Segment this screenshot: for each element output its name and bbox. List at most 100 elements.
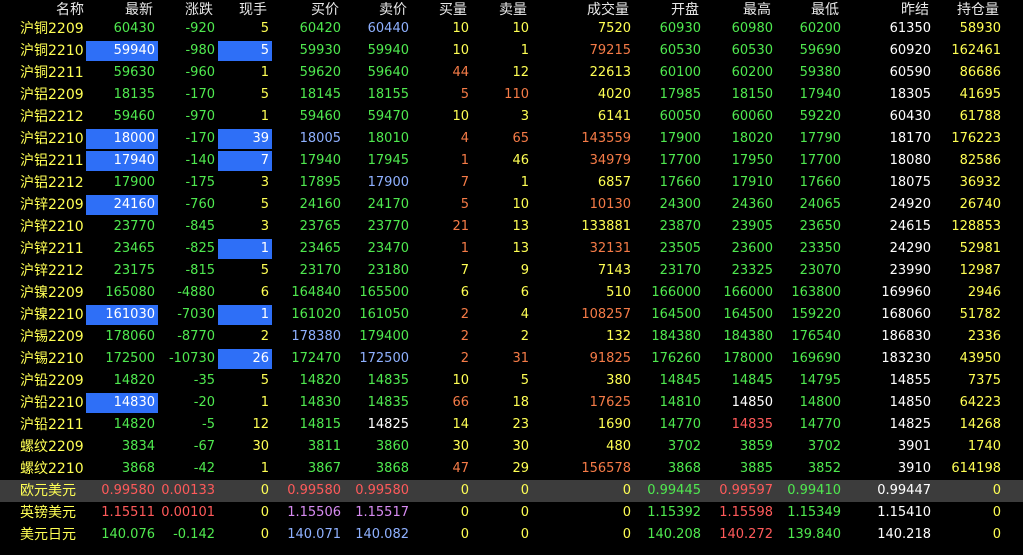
cell-ask: 59640 bbox=[367, 65, 409, 80]
column-header-last[interactable]: 最新 bbox=[86, 0, 156, 20]
table-row[interactable]: 沪铅2209 14820 -35 5 14820 14835 10 5 380 14845 1484… bbox=[0, 370, 1023, 392]
cell-ask: 14835 bbox=[367, 373, 409, 388]
cell-open: 60530 bbox=[659, 43, 701, 58]
column-header-prev-settle[interactable]: 昨结 bbox=[844, 0, 932, 20]
cell-change: -42 bbox=[193, 461, 215, 476]
column-header-name[interactable]: 名称 bbox=[0, 0, 84, 20]
column-header-open-interest[interactable]: 持仓量 bbox=[934, 0, 1002, 20]
table-row[interactable]: 沪锌2209 24160 -760 5 24160 24170 5 10 10130 24300 2… bbox=[0, 194, 1023, 216]
cell-current-volume: 5 bbox=[260, 197, 269, 212]
table-row[interactable]: 美元日元 140.076 -0.142 0 140.071 140.082 0 0 0 140.2… bbox=[0, 524, 1023, 546]
table-row[interactable]: 沪铝2210 18000 -170 39 18005 18010 4 65 143559 1790… bbox=[0, 128, 1023, 150]
table-row[interactable]: 沪铅2211 14820 -5 12 14815 14825 14 23 1690 14770 14… bbox=[0, 414, 1023, 436]
table-row[interactable]: 螺纹2210 3868 -42 1 3867 3868 47 29 156578 3868 3885… bbox=[0, 458, 1023, 480]
cell-change: -815 bbox=[185, 263, 215, 278]
cell-volume: 22613 bbox=[589, 65, 631, 80]
cell-open: 17700 bbox=[659, 153, 701, 168]
cell-current-volume: 5 bbox=[260, 21, 269, 36]
cell-low: 59380 bbox=[799, 65, 841, 80]
table-row[interactable]: 沪锡2210 172500 -10730 26 172470 172500 2 31 91825… bbox=[0, 348, 1023, 370]
column-header-current-volume[interactable]: 现手 bbox=[218, 0, 270, 20]
cell-bid: 59460 bbox=[299, 109, 341, 124]
table-row[interactable]: 沪铜2209 60430 -920 5 60420 60440 10 10 7520 60930 6… bbox=[0, 18, 1023, 40]
column-header-change[interactable]: 涨跌 bbox=[158, 0, 216, 20]
cell-bid-volume: 10 bbox=[452, 109, 469, 124]
cell-volume: 143559 bbox=[581, 131, 631, 146]
column-header-ask-volume[interactable]: 卖量 bbox=[472, 0, 530, 20]
cell-open-interest: 64223 bbox=[959, 395, 1001, 410]
cell-high: 18020 bbox=[731, 131, 773, 146]
table-row[interactable]: 沪铜2211 59630 -960 1 59620 59640 44 12 22613 60100… bbox=[0, 62, 1023, 84]
table-row[interactable]: 沪铝2211 17940 -140 7 17940 17945 1 46 34979 17700 1… bbox=[0, 150, 1023, 172]
cell-open: 60100 bbox=[659, 65, 701, 80]
cell-open: 17985 bbox=[659, 87, 701, 102]
cell-prev-settle: 18305 bbox=[889, 87, 931, 102]
cell-change: -980 bbox=[185, 43, 215, 58]
table-row[interactable]: 沪锌2211 23465 -825 1 23465 23470 1 13 32131 23505 2… bbox=[0, 238, 1023, 260]
table-row[interactable]: 沪铜2210 59940 -980 5 59930 59940 10 1 79215 60530 6… bbox=[0, 40, 1023, 62]
column-header-open[interactable]: 开盘 bbox=[634, 0, 702, 20]
table-row[interactable]: 沪铝2209 18135 -170 5 18145 18155 5 110 4020 17985 1… bbox=[0, 84, 1023, 106]
table-row[interactable]: 英镑美元 1.15511 0.00101 0 1.15506 1.15517 0 0 0 1.15… bbox=[0, 502, 1023, 524]
cell-ask: 18010 bbox=[367, 131, 409, 146]
cell-open: 23505 bbox=[659, 241, 701, 256]
cell-last: 165080 bbox=[105, 285, 155, 300]
cell-bid: 178380 bbox=[291, 329, 341, 344]
cell-bid: 60420 bbox=[299, 21, 341, 36]
column-header-bid[interactable]: 买价 bbox=[272, 0, 342, 20]
cell-ask: 14825 bbox=[367, 417, 409, 432]
cell-low: 17790 bbox=[799, 131, 841, 146]
cell-high: 184380 bbox=[723, 329, 773, 344]
column-header-high[interactable]: 最高 bbox=[704, 0, 774, 20]
cell-volume: 32131 bbox=[589, 241, 631, 256]
table-row[interactable]: 沪锌2210 23770 -845 3 23765 23770 21 13 133881 2387… bbox=[0, 216, 1023, 238]
cell-ask-volume: 31 bbox=[512, 351, 529, 366]
table-row[interactable]: 沪铝2212 17900 -175 3 17895 17900 7 1 6857 17660 179… bbox=[0, 172, 1023, 194]
cell-ask: 59940 bbox=[367, 43, 409, 58]
cell-prev-settle: 24920 bbox=[889, 197, 931, 212]
cell-volume: 7143 bbox=[597, 263, 631, 278]
cell-change: -970 bbox=[185, 109, 215, 124]
table-row[interactable]: 沪锌2212 23175 -815 5 23170 23180 7 9 7143 23170 233… bbox=[0, 260, 1023, 282]
table-row[interactable]: 沪镍2209 165080 -4880 6 164840 165500 6 6 510 16600… bbox=[0, 282, 1023, 304]
cell-change: -35 bbox=[193, 373, 215, 388]
table-row[interactable]: 螺纹2209 3834 -67 30 3811 3860 30 30 480 3702 3859 37… bbox=[0, 436, 1023, 458]
table-row[interactable]: 沪铝2212 59460 -970 1 59460 59470 10 3 6141 60050 60… bbox=[0, 106, 1023, 128]
cell-low: 59220 bbox=[799, 109, 841, 124]
table-row[interactable]: 沪铅2210 14830 -20 1 14830 14835 66 18 17625 14810 1… bbox=[0, 392, 1023, 414]
cell-bid-volume: 21 bbox=[452, 219, 469, 234]
contract-name: 沪铜2210 bbox=[20, 43, 84, 59]
column-header-bid-volume[interactable]: 买量 bbox=[412, 0, 470, 20]
cell-current-volume: 1 bbox=[260, 65, 269, 80]
cell-ask-volume: 0 bbox=[520, 527, 529, 542]
column-header-ask[interactable]: 卖价 bbox=[344, 0, 410, 20]
cell-change: 0.00101 bbox=[161, 505, 215, 520]
cell-bid: 18145 bbox=[299, 87, 341, 102]
cell-ask: 17945 bbox=[367, 153, 409, 168]
cell-volume: 10130 bbox=[589, 197, 631, 212]
cell-open: 3702 bbox=[667, 439, 701, 454]
contract-name: 欧元美元 bbox=[20, 483, 76, 499]
cell-open-interest: 0 bbox=[992, 527, 1001, 542]
column-header-volume[interactable]: 成交量 bbox=[532, 0, 632, 20]
cell-open-interest: 0 bbox=[992, 483, 1001, 498]
cell-high: 166000 bbox=[723, 285, 773, 300]
cell-bid-volume: 5 bbox=[460, 87, 469, 102]
cell-ask: 59470 bbox=[367, 109, 409, 124]
cell-low: 1.15349 bbox=[787, 505, 841, 520]
cell-open: 17660 bbox=[659, 175, 701, 190]
cell-last: 1.15511 bbox=[101, 505, 155, 520]
cell-last: 172500 bbox=[105, 351, 155, 366]
cell-bid-volume: 0 bbox=[460, 505, 469, 520]
column-header-low[interactable]: 最低 bbox=[776, 0, 842, 20]
cell-bid: 24160 bbox=[299, 197, 341, 212]
table-row[interactable]: 沪锡2209 178060 -8770 2 178380 179400 2 2 132 18438… bbox=[0, 326, 1023, 348]
cell-last: 140.076 bbox=[101, 527, 155, 542]
cell-low: 14795 bbox=[799, 373, 841, 388]
cell-last: 59940 bbox=[86, 41, 158, 61]
cell-bid: 59930 bbox=[299, 43, 341, 58]
table-row[interactable]: 欧元美元 0.99580 0.00133 0 0.99580 0.99580 0 0 0 0.99… bbox=[0, 480, 1023, 502]
cell-high: 3885 bbox=[739, 461, 773, 476]
cell-last: 3868 bbox=[121, 461, 155, 476]
table-row[interactable]: 沪镍2210 161030 -7030 1 161020 161050 2 4 108257 16… bbox=[0, 304, 1023, 326]
